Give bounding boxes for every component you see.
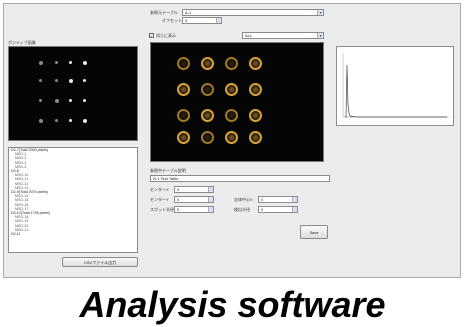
same-display-select[interactable]: ALL ▾ <box>242 32 324 39</box>
histogram-plot <box>342 53 449 118</box>
well-spot[interactable] <box>177 57 190 70</box>
center-x-label: センターX <box>150 187 169 192</box>
offset-label: オフセット <box>162 18 182 23</box>
well-spot[interactable] <box>225 83 238 96</box>
chevron-down-icon: ▾ <box>317 10 323 15</box>
well-spot[interactable] <box>225 131 238 144</box>
center-y-value: 0 <box>177 197 180 202</box>
same-display-checkbox[interactable]: ✓ <box>149 33 154 38</box>
spinner-icon[interactable] <box>216 18 221 23</box>
csv-output-button[interactable]: CSVファイル出力 <box>62 257 138 267</box>
spot <box>39 61 43 65</box>
ref-table-select[interactable]: A-1 ▾ <box>182 9 324 16</box>
ref-table-value: A-1 <box>185 10 192 15</box>
global-center-stepper[interactable]: 0 <box>258 196 298 203</box>
spot <box>39 79 42 82</box>
center-y-stepper[interactable]: 0 <box>174 196 214 203</box>
detect-radius-stepper[interactable]: 0 <box>258 206 298 213</box>
comment-value: N-1 Test Table <box>153 176 179 181</box>
spot <box>69 119 72 122</box>
global-center-value: 0 <box>261 197 264 202</box>
well-spot[interactable] <box>249 109 262 122</box>
global-center-label: 全体中心X <box>234 197 253 202</box>
spot <box>83 119 87 123</box>
spinner-icon[interactable] <box>208 187 213 192</box>
center-y-label: センターY <box>150 197 169 202</box>
well-spot[interactable] <box>225 57 238 70</box>
spinner-icon[interactable] <box>208 207 213 212</box>
check-icon: ✓ <box>150 33 154 38</box>
center-x-value: 0 <box>177 187 180 192</box>
ref-table-label: 参照元テーブル <box>150 10 178 15</box>
spot-radius-label: スポット半径 <box>150 207 174 212</box>
comment-label: 参照中テーブル説明 <box>150 168 186 173</box>
save-button[interactable]: Save <box>300 225 328 239</box>
well-spot[interactable] <box>177 109 190 122</box>
well-spot[interactable] <box>201 109 214 122</box>
detect-radius-value: 0 <box>261 207 264 212</box>
region-list[interactable]: D2-7(Total 2000 pixels) MSO-1 MSO-2 MSO-3 MS… <box>8 147 138 253</box>
spot <box>55 61 58 64</box>
spot <box>69 99 72 102</box>
histogram-line <box>345 64 447 118</box>
well-spot[interactable] <box>201 131 214 144</box>
positive-image-panel[interactable] <box>8 46 138 141</box>
center-x-stepper[interactable]: 0 <box>174 186 214 193</box>
main-image-panel[interactable] <box>150 42 324 162</box>
spot-radius-stepper[interactable]: 0 <box>174 206 214 213</box>
well-spot[interactable] <box>177 131 190 144</box>
well-spot[interactable] <box>225 109 238 122</box>
banner-title: Analysis software <box>79 284 386 325</box>
intensity-graph <box>336 46 454 126</box>
detect-radius-label: 検出半径 <box>234 207 250 212</box>
spinner-icon[interactable] <box>292 197 297 202</box>
well-spot[interactable] <box>201 57 214 70</box>
spot <box>39 99 42 102</box>
spot <box>55 99 59 103</box>
well-spot[interactable] <box>249 57 262 70</box>
spot <box>55 119 58 122</box>
well-spot[interactable] <box>249 83 262 96</box>
offset-stepper[interactable]: 0 <box>182 17 222 24</box>
spot <box>83 61 87 65</box>
comment-input[interactable]: N-1 Test Table <box>150 175 330 182</box>
image-panel-label: ポジティブ画像 <box>8 40 36 45</box>
offset-value: 0 <box>185 18 188 23</box>
spinner-icon[interactable] <box>292 207 297 212</box>
well-spot[interactable] <box>177 83 190 96</box>
spot <box>39 119 43 123</box>
same-display-select-value: ALL <box>245 33 253 38</box>
spot <box>69 61 72 64</box>
same-display-label: 同じに表示 <box>156 33 176 38</box>
well-spot[interactable] <box>201 83 214 96</box>
spot-radius-value: 0 <box>177 207 180 212</box>
spot <box>83 79 86 82</box>
well-spot[interactable] <box>249 131 262 144</box>
spot <box>83 99 86 102</box>
chevron-down-icon: ▾ <box>317 33 323 38</box>
spot <box>69 79 73 83</box>
list-rows: D2-7(Total 2000 pixels) MSO-1 MSO-2 MSO-3 MS… <box>9 148 137 236</box>
spot <box>55 79 58 82</box>
spinner-icon[interactable] <box>208 197 213 202</box>
list-item[interactable]: D2-11 <box>9 232 137 236</box>
